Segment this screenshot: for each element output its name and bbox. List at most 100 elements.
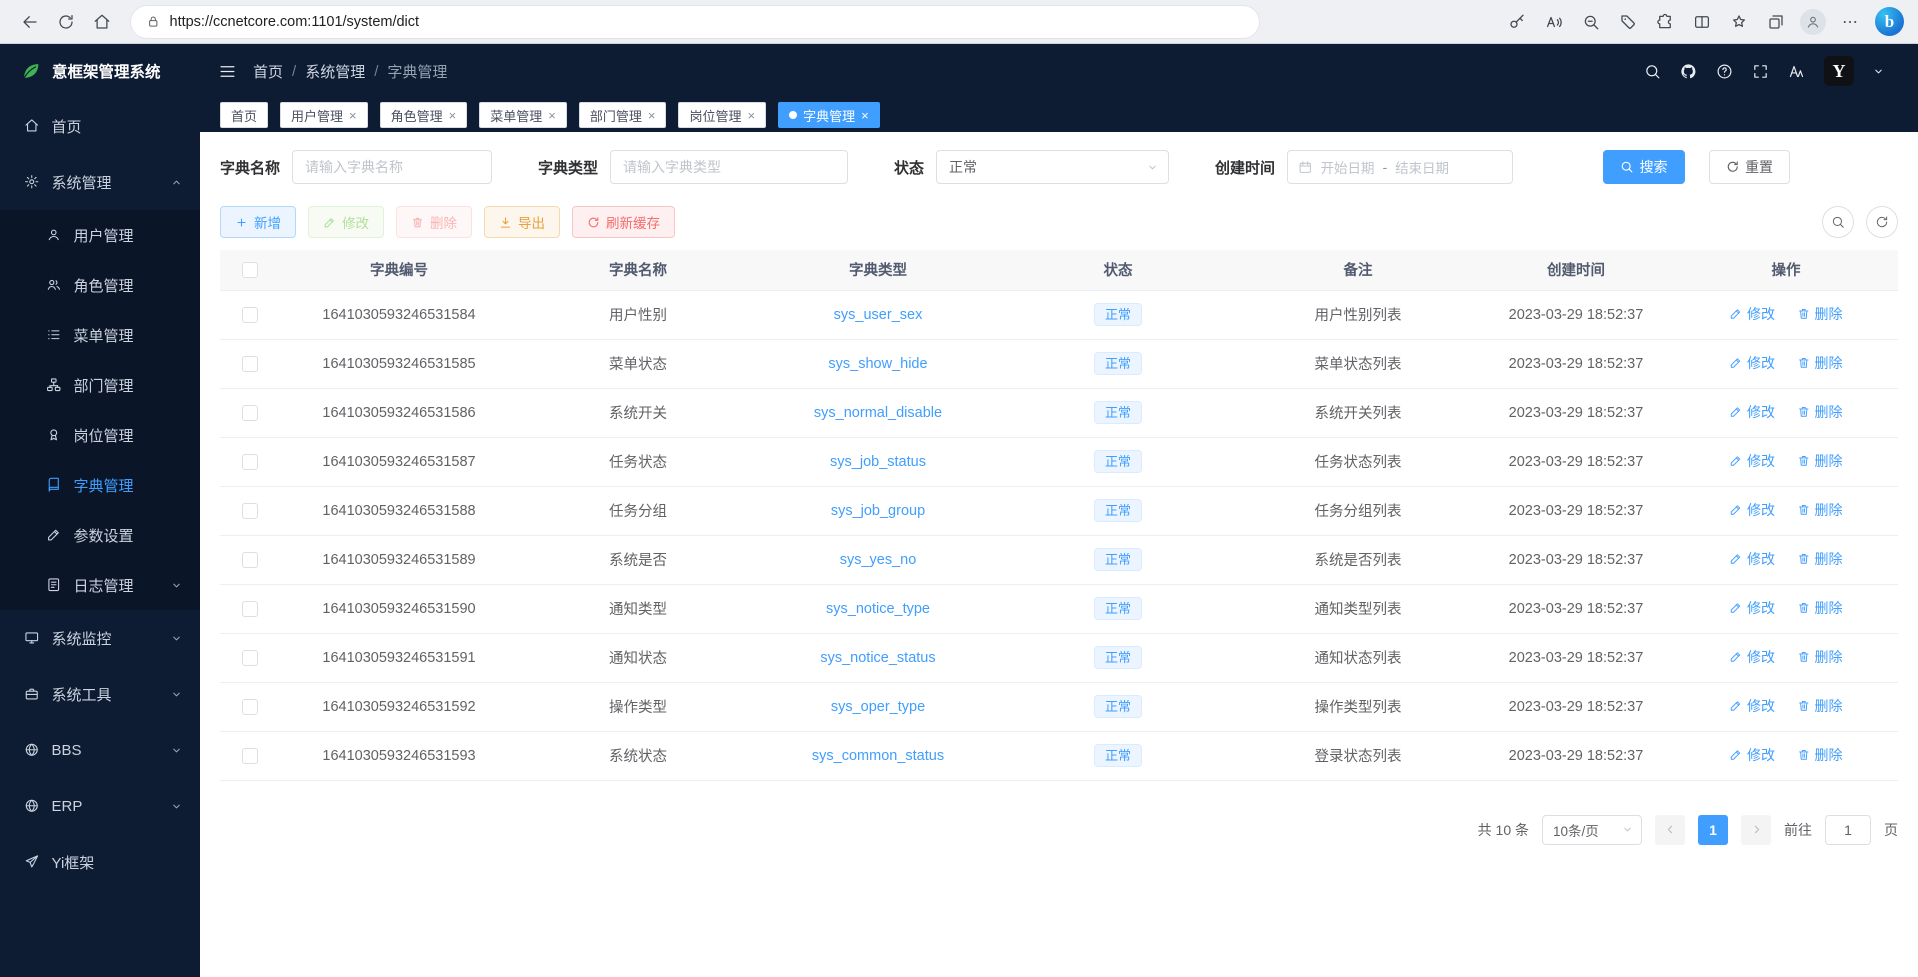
row-checkbox[interactable] [242, 307, 258, 323]
refresh-cache-button[interactable]: 刷新缓存 [572, 206, 675, 238]
tab-dept-management[interactable]: 部门管理 × [579, 102, 667, 128]
refresh-table-button[interactable] [1866, 206, 1898, 238]
edit-button[interactable]: 修改 [308, 206, 384, 238]
reset-button[interactable]: 重置 [1709, 150, 1791, 184]
hamburger-icon[interactable] [218, 62, 237, 81]
row-delete-button[interactable]: 删除 [1797, 451, 1843, 471]
browser-back-button[interactable] [14, 6, 46, 38]
row-checkbox[interactable] [242, 552, 258, 568]
search-button[interactable]: 搜索 [1603, 150, 1685, 184]
row-delete-button[interactable]: 删除 [1797, 696, 1843, 716]
tab-role-management[interactable]: 角色管理 × [380, 102, 468, 128]
sidebar-item-bbs[interactable]: BBS [0, 722, 200, 778]
dict-type-link[interactable]: sys_job_status [830, 454, 926, 470]
tab-user-management[interactable]: 用户管理 × [280, 102, 368, 128]
close-icon[interactable]: × [861, 109, 869, 122]
dict-type-link[interactable]: sys_notice_type [826, 601, 930, 617]
sidebar-item-menu-management[interactable]: 菜单管理 [0, 310, 200, 360]
bing-chat-button[interactable]: b [1875, 7, 1904, 36]
row-delete-button[interactable]: 删除 [1797, 598, 1843, 618]
row-edit-button[interactable]: 修改 [1729, 304, 1775, 324]
export-button[interactable]: 导出 [484, 206, 560, 238]
page-number-button[interactable]: 1 [1698, 815, 1728, 845]
row-edit-button[interactable]: 修改 [1729, 500, 1775, 520]
prev-page-button[interactable] [1655, 815, 1685, 845]
dict-type-link[interactable]: sys_common_status [812, 748, 944, 764]
dict-type-link[interactable]: sys_oper_type [831, 699, 925, 715]
shopping-button[interactable] [1612, 6, 1644, 38]
zoom-button[interactable] [1575, 6, 1607, 38]
row-edit-button[interactable]: 修改 [1729, 696, 1775, 716]
font-size-button[interactable] [1788, 63, 1805, 80]
sidebar-item-dept-management[interactable]: 部门管理 [0, 360, 200, 410]
sidebar-item-erp[interactable]: ERP [0, 778, 200, 834]
favorites-button[interactable] [1723, 6, 1755, 38]
date-range-picker[interactable]: 开始日期 - 结束日期 [1287, 150, 1513, 184]
password-key-button[interactable] [1501, 6, 1533, 38]
dict-type-link[interactable]: sys_job_group [831, 503, 925, 519]
user-avatar[interactable]: Y [1824, 56, 1854, 86]
close-icon[interactable]: × [548, 109, 556, 122]
row-delete-button[interactable]: 删除 [1797, 304, 1843, 324]
address-bar[interactable]: https://ccnetcore.com:1101/system/dict [130, 5, 1260, 39]
dict-type-link[interactable]: sys_notice_status [820, 650, 935, 666]
breadcrumb-system-management[interactable]: 系统管理 [305, 61, 365, 82]
tab-dict-management[interactable]: 字典管理 × [778, 102, 880, 128]
row-checkbox[interactable] [242, 356, 258, 372]
select-all-checkbox[interactable] [242, 262, 258, 278]
delete-button[interactable]: 删除 [396, 206, 472, 238]
page-size-select[interactable]: 10条/页 [1542, 815, 1642, 845]
dict-name-input[interactable] [292, 150, 492, 184]
row-edit-button[interactable]: 修改 [1729, 353, 1775, 373]
row-checkbox[interactable] [242, 405, 258, 421]
user-menu-button[interactable] [1873, 66, 1884, 77]
close-icon[interactable]: × [648, 109, 656, 122]
row-delete-button[interactable]: 删除 [1797, 549, 1843, 569]
sidebar-item-post-management[interactable]: 岗位管理 [0, 410, 200, 460]
collections-button[interactable] [1760, 6, 1792, 38]
row-edit-button[interactable]: 修改 [1729, 549, 1775, 569]
breadcrumb-home[interactable]: 首页 [253, 61, 283, 82]
row-edit-button[interactable]: 修改 [1729, 745, 1775, 765]
extensions-button[interactable] [1649, 6, 1681, 38]
add-button[interactable]: 新增 [220, 206, 296, 238]
sidebar-item-system-monitor[interactable]: 系统监控 [0, 610, 200, 666]
tab-menu-management[interactable]: 菜单管理 × [479, 102, 567, 128]
status-select[interactable]: 正常 [936, 150, 1169, 184]
github-button[interactable] [1680, 63, 1697, 80]
row-edit-button[interactable]: 修改 [1729, 647, 1775, 667]
sidebar-item-yi-framework[interactable]: Yi框架 [0, 834, 200, 890]
browser-profile-button[interactable] [1797, 6, 1829, 38]
sidebar-item-log-management[interactable]: 日志管理 [0, 560, 200, 610]
fullscreen-button[interactable] [1752, 63, 1769, 80]
sidebar-item-system-management[interactable]: 系统管理 [0, 154, 200, 210]
sidebar-item-system-tools[interactable]: 系统工具 [0, 666, 200, 722]
browser-menu-button[interactable] [1834, 6, 1866, 38]
sidebar-item-home[interactable]: 首页 [0, 98, 200, 154]
browser-refresh-button[interactable] [50, 6, 82, 38]
dict-type-link[interactable]: sys_show_hide [828, 356, 927, 372]
close-icon[interactable]: × [747, 109, 755, 122]
row-edit-button[interactable]: 修改 [1729, 451, 1775, 471]
read-aloud-button[interactable] [1538, 6, 1570, 38]
header-search-button[interactable] [1644, 63, 1661, 80]
row-checkbox[interactable] [242, 454, 258, 470]
dict-type-link[interactable]: sys_user_sex [834, 307, 923, 323]
row-edit-button[interactable]: 修改 [1729, 402, 1775, 422]
row-delete-button[interactable]: 删除 [1797, 402, 1843, 422]
row-checkbox[interactable] [242, 699, 258, 715]
goto-page-input[interactable] [1825, 815, 1871, 845]
sidebar-item-param-settings[interactable]: 参数设置 [0, 510, 200, 560]
sidebar-item-dict-management[interactable]: 字典管理 [0, 460, 200, 510]
row-checkbox[interactable] [242, 601, 258, 617]
row-delete-button[interactable]: 删除 [1797, 647, 1843, 667]
row-edit-button[interactable]: 修改 [1729, 598, 1775, 618]
row-delete-button[interactable]: 删除 [1797, 500, 1843, 520]
app-logo[interactable]: 意框架管理系统 [0, 44, 200, 98]
help-button[interactable] [1716, 63, 1733, 80]
close-icon[interactable]: × [349, 109, 357, 122]
tab-post-management[interactable]: 岗位管理 × [678, 102, 766, 128]
next-page-button[interactable] [1741, 815, 1771, 845]
dict-type-link[interactable]: sys_normal_disable [814, 405, 942, 421]
row-checkbox[interactable] [242, 748, 258, 764]
